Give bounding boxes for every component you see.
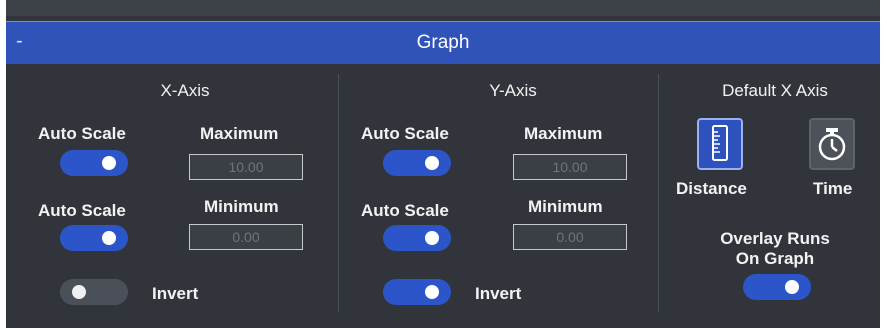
y-auto-scale-min-toggle[interactable]: [383, 225, 451, 251]
distance-button[interactable]: [697, 118, 743, 170]
y-auto-scale-max-toggle[interactable]: [383, 150, 451, 176]
column-divider-2: [658, 74, 659, 312]
x-minimum-field[interactable]: 0.00: [189, 224, 303, 250]
x-maximum-field[interactable]: 10.00: [189, 154, 303, 180]
x-invert-label: Invert: [152, 284, 199, 303]
toggle-knob: [785, 280, 799, 294]
toggle-knob: [425, 231, 439, 245]
x-auto-scale-max-label: Auto Scale: [38, 124, 126, 143]
default-x-axis-title: Default X Axis: [722, 81, 828, 100]
y-maximum-field[interactable]: 10.00: [513, 154, 627, 180]
toggle-knob: [102, 156, 116, 170]
top-strip-bar: [6, 0, 880, 16]
toggle-knob: [425, 285, 439, 299]
y-axis-title: Y-Axis: [489, 81, 537, 100]
ruler-icon: [712, 125, 728, 161]
y-minimum-field[interactable]: 0.00: [513, 224, 627, 250]
overlay-runs-toggle[interactable]: [743, 274, 811, 300]
y-invert-toggle[interactable]: [383, 279, 451, 305]
x-auto-scale-max-toggle[interactable]: [60, 150, 128, 176]
time-button[interactable]: [809, 118, 855, 170]
x-auto-scale-min-label: Auto Scale: [38, 201, 126, 220]
toggle-knob: [102, 231, 116, 245]
x-auto-scale-min-toggle[interactable]: [60, 225, 128, 251]
x-invert-toggle[interactable]: [60, 279, 128, 305]
y-minimum-label: Minimum: [528, 197, 603, 216]
column-divider-1: [338, 74, 339, 312]
y-auto-scale-min-label: Auto Scale: [361, 201, 449, 220]
y-auto-scale-max-label: Auto Scale: [361, 124, 449, 143]
window-top-strip: [0, 0, 887, 16]
x-maximum-label: Maximum: [200, 124, 279, 143]
overlay-runs-label-line1: Overlay Runs: [720, 229, 830, 248]
x-axis-title: X-Axis: [160, 81, 210, 100]
y-invert-label: Invert: [475, 284, 522, 303]
stopwatch-icon: [818, 128, 846, 161]
toggle-knob: [72, 285, 86, 299]
y-maximum-label: Maximum: [524, 124, 603, 143]
graph-section-header[interactable]: - Graph: [6, 21, 880, 64]
section-title: Graph: [416, 32, 470, 53]
overlay-runs-label-line2: On Graph: [735, 249, 815, 268]
distance-label: Distance: [676, 179, 747, 198]
time-label: Time: [813, 179, 853, 198]
toggle-knob: [425, 156, 439, 170]
x-minimum-label: Minimum: [204, 197, 279, 216]
